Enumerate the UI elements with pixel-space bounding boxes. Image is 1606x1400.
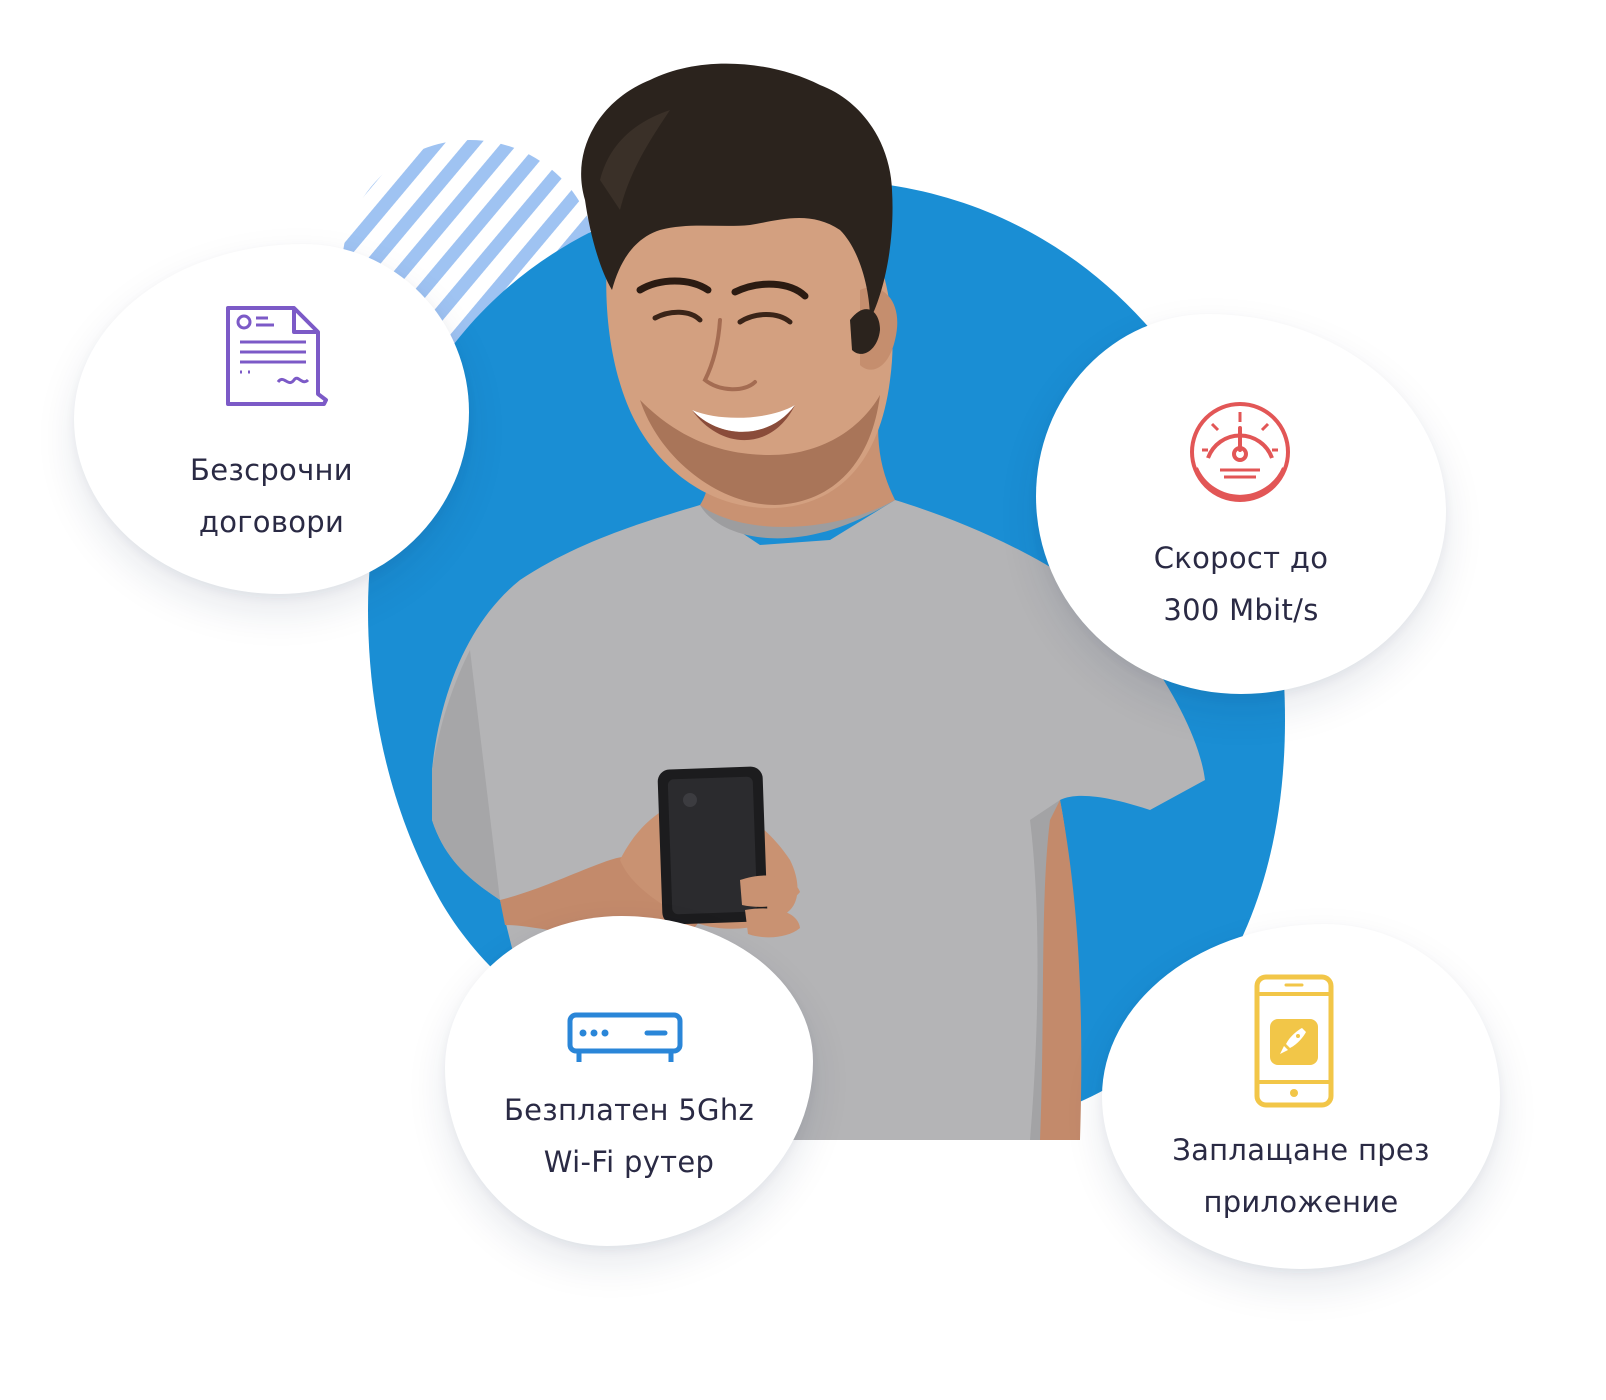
smartphone-app-icon (1254, 974, 1334, 1108)
router-icon (567, 1012, 683, 1062)
feature-label: Безсрочни договори (190, 453, 353, 539)
speedometer-icon (1190, 402, 1290, 502)
feature-label: Заплащане през приложение (1172, 1133, 1430, 1219)
promo-hero: Безсрочни договори Скорост до 300 Mbit/s (0, 0, 1606, 1400)
feature-label: Скорост до 300 Mbit/s (1153, 541, 1329, 627)
feature-label: Безплатен 5Ghz Wi-Fi рутер (503, 1093, 755, 1179)
contract-document-icon (226, 306, 328, 406)
